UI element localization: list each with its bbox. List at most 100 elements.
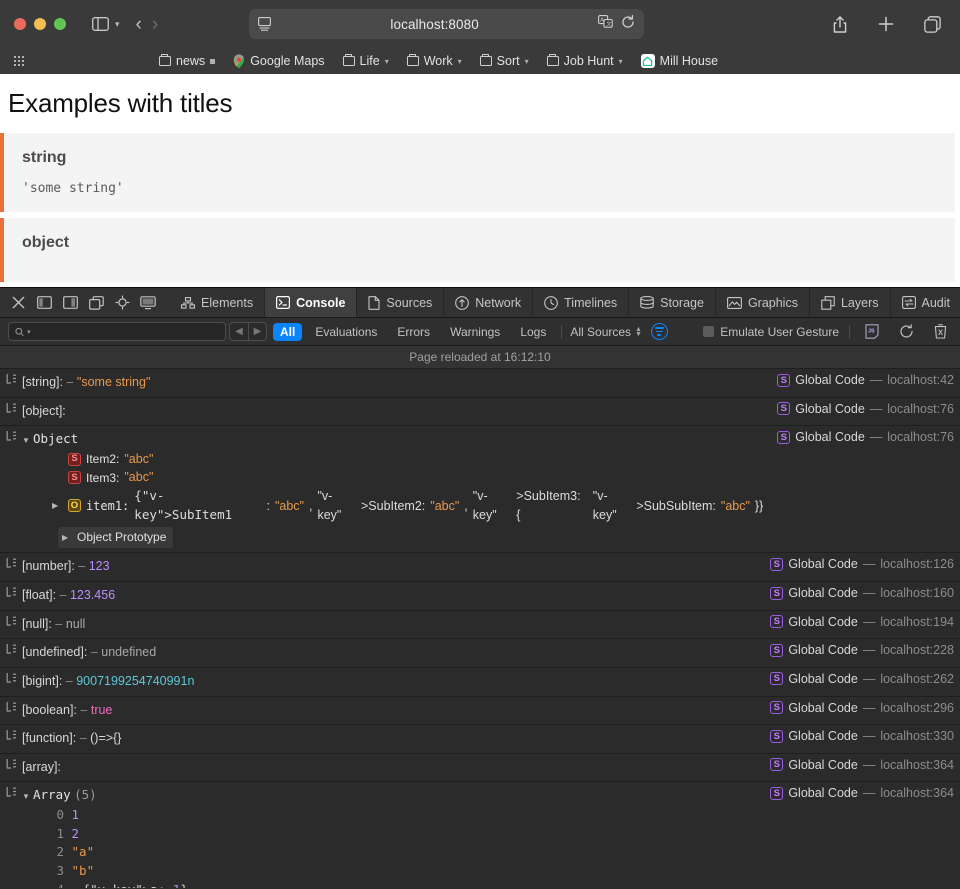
new-tab-icon[interactable] — [872, 11, 900, 37]
bookmark-news[interactable]: news — [150, 52, 224, 70]
console-source-link[interactable]: S Global Code — localhost:364 — [756, 785, 954, 800]
clear-console-icon[interactable] — [928, 321, 952, 343]
array-item[interactable]: 4 ▶{"v-key">a: 1} — [22, 881, 756, 888]
disclosure-triangle-icon[interactable]: ▶ — [62, 531, 73, 544]
bookmark-google-maps[interactable]: Google Maps — [224, 52, 333, 71]
undock-icon[interactable] — [84, 292, 108, 314]
source-filter-select[interactable]: All Sources ▲ ▼ — [570, 325, 642, 339]
tab-elements[interactable]: Elements — [170, 288, 266, 317]
dock-left-icon[interactable] — [32, 292, 56, 314]
tab-timelines[interactable]: Timelines — [533, 288, 630, 317]
search-next-button[interactable]: ▶ — [248, 322, 267, 341]
log-message: [object]: — [22, 401, 763, 422]
address-bar[interactable]: localhost:8080 A文 — [249, 9, 645, 39]
console-search-box[interactable]: ▾ — [8, 322, 226, 341]
array-item[interactable]: 1 2 — [22, 825, 756, 844]
chevron-down-icon[interactable]: ▾ — [115, 19, 120, 30]
array-item[interactable]: 0 1 — [22, 806, 756, 825]
close-window-button[interactable] — [14, 18, 26, 30]
console-log-row[interactable]: [function]: – ()=>{} S Global Code — localho… — [0, 725, 960, 754]
bookmark-mill-house[interactable]: Mill House — [632, 52, 727, 70]
console-source-link[interactable]: S Global Code — localhost:126 — [756, 556, 954, 571]
disclosure-triangle-icon[interactable]: ▼ — [22, 791, 33, 803]
tab-sources[interactable]: Sources — [357, 288, 445, 317]
inspect-element-icon[interactable] — [110, 292, 134, 314]
disclosure-triangle-icon[interactable]: ▶ — [52, 500, 63, 512]
console-source-link[interactable]: S Global Code — localhost:42 — [763, 372, 954, 387]
translate-icon[interactable]: A文 — [598, 15, 613, 33]
log-value: null — [65, 616, 86, 631]
object-property[interactable]: S Item2: "abc" — [22, 450, 763, 469]
object-prototype-row[interactable]: ▶ Object Prototype — [58, 526, 174, 549]
filter-pill-warnings[interactable]: Warnings — [443, 323, 507, 341]
tab-audit[interactable]: Audit — [891, 288, 960, 317]
property-value: "abc" — [124, 470, 154, 485]
console-search-input[interactable] — [33, 325, 219, 338]
console-source-link[interactable]: S Global Code — localhost:160 — [756, 585, 954, 600]
bookmark-label: Google Maps — [250, 54, 325, 68]
dock-right-icon[interactable] — [58, 292, 82, 314]
console-log-row[interactable]: [null]: – null S Global Code — localhost:194 — [0, 611, 960, 640]
search-prev-button[interactable]: ◀ — [229, 322, 248, 341]
create-js-snippet-icon[interactable]: JS — [860, 321, 884, 343]
array-item[interactable]: 2 "a" — [22, 843, 756, 862]
filter-options-icon[interactable] — [650, 323, 668, 340]
filter-pill-logs[interactable]: Logs — [513, 323, 553, 341]
console-log-row[interactable]: ▼ Object S Item2: "abc" S Item3: "abc" ▶ Oitem1: {… — [0, 426, 960, 554]
console-log-row[interactable]: [number]: – 123 S Global Code — localhost:12… — [0, 553, 960, 583]
console-source-link[interactable]: S Global Code — localhost:364 — [756, 757, 954, 772]
tab-overview-icon[interactable] — [918, 11, 946, 37]
app-grid-icon[interactable] — [14, 56, 24, 66]
console-log-row[interactable]: [bigint]: – 9007199254740991n S Global Cod… — [0, 668, 960, 697]
console-log-row[interactable]: [object]: S Global Code — localhost:76 — [0, 398, 960, 427]
console-source-link[interactable]: S Global Code — localhost:76 — [763, 401, 954, 416]
bookmark-job-hunt[interactable]: Job Hunt ▾ — [538, 52, 632, 70]
console-log-row[interactable]: [undefined]: – undefined S Global Code — loc… — [0, 639, 960, 668]
object-property[interactable]: ▶ Oitem1: {"v-key">SubItem1: "abc", "v-key… — [22, 487, 763, 525]
back-button[interactable]: ‹ — [136, 15, 142, 34]
tab-layers[interactable]: Layers — [810, 288, 891, 317]
tab-storage[interactable]: Storage — [629, 288, 716, 317]
bookmark-sort[interactable]: Sort ▾ — [471, 52, 538, 70]
reader-view-icon[interactable] — [258, 17, 272, 31]
close-inspector-icon[interactable] — [6, 292, 30, 314]
console-output[interactable]: Page reloaded at 16:12:10 [string]: – "s… — [0, 346, 960, 888]
tab-network[interactable]: Network — [444, 288, 534, 317]
console-log-row[interactable]: [array]: S Global Code — localhost:364 — [0, 754, 960, 783]
console-source-link[interactable]: S Global Code — localhost:296 — [756, 700, 954, 715]
device-mode-icon[interactable] — [136, 292, 160, 314]
console-log-row[interactable]: [float]: – 123.456 S Global Code — localhost… — [0, 582, 960, 611]
console-log-row[interactable]: [string]: – "some string" S Global Code — lo… — [0, 369, 960, 398]
filter-pill-evaluations[interactable]: Evaluations — [308, 323, 384, 341]
tab-console[interactable]: Console — [265, 288, 358, 317]
bookmark-work[interactable]: Work ▾ — [398, 52, 471, 70]
emulate-user-gesture-toggle[interactable]: Emulate User Gesture — [703, 325, 839, 339]
url-text[interactable]: localhost:8080 — [271, 17, 598, 32]
search-chevron-icon[interactable]: ▾ — [27, 328, 31, 336]
console-source-link[interactable]: S Global Code — localhost:194 — [756, 614, 954, 629]
chevron-down-icon: ▾ — [524, 56, 529, 66]
filter-pill-all[interactable]: All — [273, 322, 303, 341]
object-property[interactable]: S Item3: "abc" — [22, 468, 763, 487]
source-function-name: Global Code — [795, 401, 865, 416]
refresh-console-icon[interactable] — [894, 321, 918, 343]
share-icon[interactable] — [826, 11, 854, 37]
console-log-row[interactable]: ▼Array (5)0 11 22 "a"3 "b"4 ▶{"v-key">a:… — [0, 782, 960, 888]
console-source-link[interactable]: S Global Code — localhost:330 — [756, 728, 954, 743]
tab-graphics[interactable]: Graphics — [716, 288, 810, 317]
forward-button[interactable]: › — [152, 15, 158, 34]
console-source-link[interactable]: S Global Code — localhost:228 — [756, 642, 954, 657]
sidebar-toggle-icon[interactable] — [86, 11, 114, 37]
console-source-link[interactable]: S Global Code — localhost:76 — [763, 429, 954, 444]
filter-pill-errors[interactable]: Errors — [390, 323, 437, 341]
disclosure-triangle-icon[interactable]: ▼ — [22, 435, 33, 447]
reload-icon[interactable] — [621, 14, 635, 34]
console-log-row[interactable]: [boolean]: – true S Global Code — localhost:… — [0, 697, 960, 726]
console-source-link[interactable]: S Global Code — localhost:262 — [756, 671, 954, 686]
array-item[interactable]: 3 "b" — [22, 862, 756, 881]
disclosure-triangle-icon[interactable]: ▶ — [72, 886, 83, 888]
minimize-window-button[interactable] — [34, 18, 46, 30]
maximize-window-button[interactable] — [54, 18, 66, 30]
bookmark-life[interactable]: Life ▾ — [334, 52, 398, 70]
property-type-badge: S — [68, 452, 81, 466]
